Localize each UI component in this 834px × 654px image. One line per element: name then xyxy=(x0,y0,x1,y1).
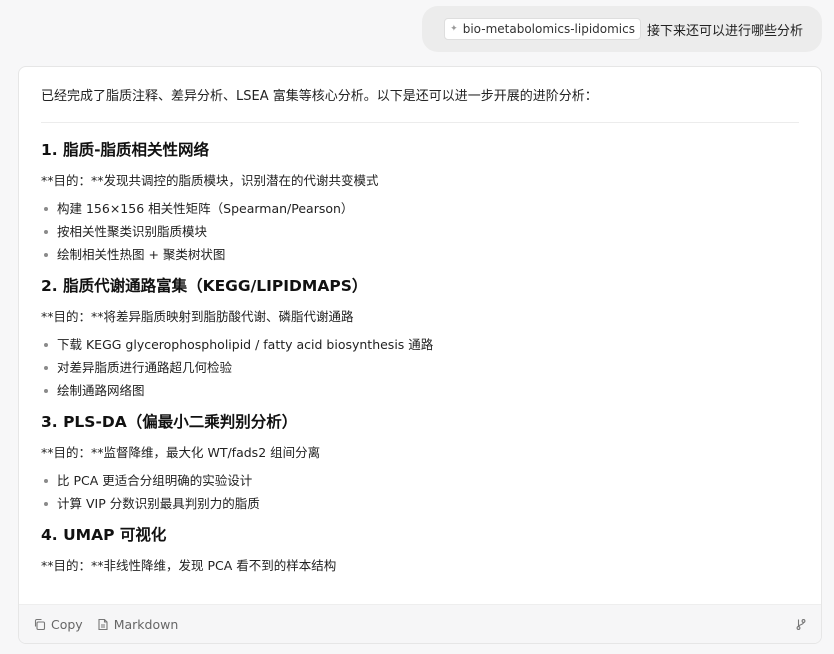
list-item: 按相关性聚类识别脂质模块 xyxy=(41,223,799,246)
section-title: 1. 脂质-脂质相关性网络 xyxy=(41,141,210,159)
section-correlation-network: 1. 脂质-脂质相关性网络 **目的：**发现共调控的脂质模块，识别潜在的代谢共… xyxy=(41,139,799,269)
response-intro: 已经完成了脂质注释、差异分析、LSEA 富集等核心分析。以下是还可以进一步开展的… xyxy=(41,89,598,104)
section-umap: 4. UMAP 可视化 **目的：**非线性降维，发现 PCA 看不到的样本结构 xyxy=(41,524,799,575)
section-list: 下载 KEGG glycerophospholipid / fatty acid… xyxy=(41,336,799,405)
section-purpose: **目的：**监督降维，最大化 WT/fads2 组间分离 xyxy=(41,445,321,460)
list-item: 绘制通路网络图 xyxy=(41,382,799,405)
list-item: 下载 KEGG glycerophospholipid / fatty acid… xyxy=(41,336,799,359)
copy-button[interactable]: Copy xyxy=(33,617,83,632)
sparkle-icon: ✦ xyxy=(450,24,458,34)
branch-button[interactable] xyxy=(795,618,807,631)
section-title: 2. 脂质代谢通路富集（KEGG/LIPIDMAPS） xyxy=(41,277,368,295)
list-item: 对差异脂质进行通路超几何检验 xyxy=(41,359,799,382)
section-list: 比 PCA 更适合分组明确的实验设计 计算 VIP 分数识别最具判别力的脂质 xyxy=(41,472,799,518)
markdown-label: Markdown xyxy=(113,616,179,632)
section-pathway-enrichment: 2. 脂质代谢通路富集（KEGG/LIPIDMAPS） **目的：**将差异脂质… xyxy=(41,275,799,405)
markdown-button[interactable]: Markdown xyxy=(97,616,179,632)
skill-tag-chip[interactable]: ✦ bio-metabolomics-lipidomics xyxy=(444,18,641,40)
document-icon xyxy=(98,618,108,630)
section-title: 3. PLS-DA（偏最小二乘判别分析） xyxy=(41,413,298,431)
section-purpose: **目的：**将差异脂质映射到脂肪酸代谢、磷脂代谢通路 xyxy=(41,309,354,324)
list-item: 构建 156×156 相关性矩阵（Spearman/Pearson） xyxy=(41,200,799,223)
branch-icon xyxy=(796,618,806,630)
skill-tag-label: bio-metabolomics-lipidomics xyxy=(462,22,635,36)
section-list: 构建 156×156 相关性矩阵（Spearman/Pearson） 按相关性聚… xyxy=(41,200,799,269)
section-purpose: **目的：**发现共调控的脂质模块，识别潜在的代谢共变模式 xyxy=(41,173,379,188)
response-content: 已经完成了脂质注释、差异分析、LSEA 富集等核心分析。以下是还可以进一步开展的… xyxy=(19,67,821,605)
section-pls-da: 3. PLS-DA（偏最小二乘判别分析） **目的：**监督降维，最大化 WT/… xyxy=(41,411,799,518)
divider xyxy=(41,122,799,123)
response-actions-bar: Copy Markdown xyxy=(19,604,821,643)
list-item: 计算 VIP 分数识别最具判别力的脂质 xyxy=(41,495,799,518)
section-title: 4. UMAP 可视化 xyxy=(41,526,167,544)
copy-icon xyxy=(34,618,46,630)
list-item: 比 PCA 更适合分组明确的实验设计 xyxy=(41,472,799,495)
list-item: 绘制相关性热图 + 聚类树状图 xyxy=(41,246,799,269)
copy-label: Copy xyxy=(51,616,83,632)
assistant-response-card: 已经完成了脂质注释、差异分析、LSEA 富集等核心分析。以下是还可以进一步开展的… xyxy=(18,66,822,644)
section-purpose: **目的：**非线性降维，发现 PCA 看不到的样本结构 xyxy=(41,558,337,573)
user-message-bubble: ✦ bio-metabolomics-lipidomics 接下来还可以进行哪些… xyxy=(422,6,822,52)
user-message-text: 接下来还可以进行哪些分析 xyxy=(646,23,803,39)
